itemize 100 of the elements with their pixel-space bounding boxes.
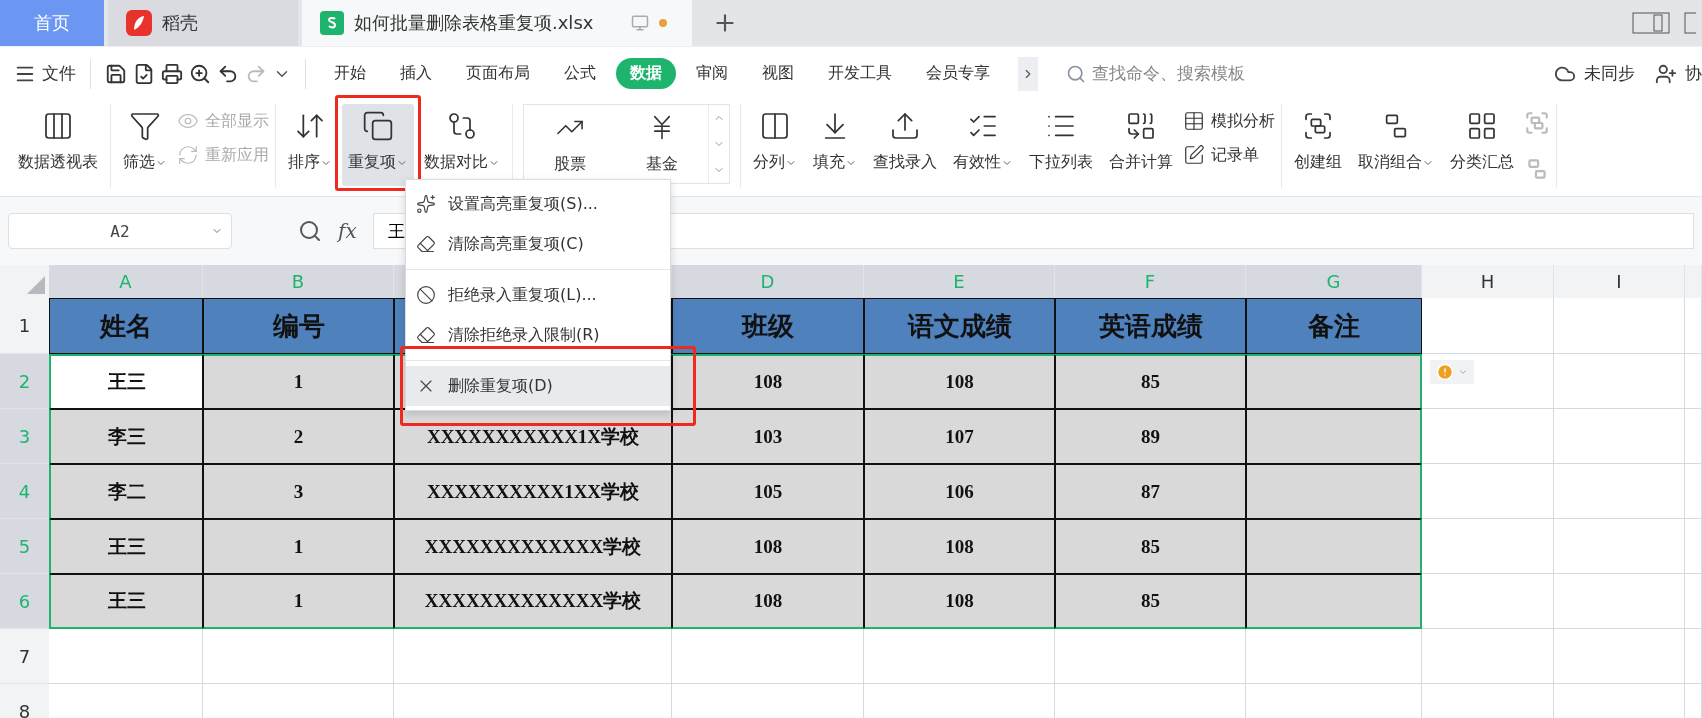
table-cell: 备注 <box>1246 298 1422 354</box>
ribbon-tab[interactable]: 公式 <box>550 58 610 89</box>
collaborate-label[interactable]: 协 <box>1685 62 1702 85</box>
ribbon-small-button[interactable]: 模拟分析 <box>1183 110 1275 132</box>
smart-tag[interactable] <box>1430 360 1474 384</box>
table-cell: 英语成绩 <box>1055 298 1246 354</box>
document-tab[interactable]: 如何批量删除表格重复项.xlsx <box>302 0 692 46</box>
row-header[interactable]: 8 <box>0 684 49 718</box>
table-cell: 85 <box>1055 574 1246 629</box>
table-cell: 108 <box>864 354 1055 409</box>
empty-cell <box>1685 464 1702 519</box>
sparkle-icon <box>416 194 436 214</box>
empty-cell <box>1685 574 1702 629</box>
file-menu[interactable]: 文件 <box>42 62 76 85</box>
menu-item[interactable]: 删除重复项(D) <box>406 366 670 406</box>
table-icon <box>1183 110 1205 132</box>
menu-item[interactable]: 设置高亮重复项(S)... <box>406 184 670 224</box>
function-label[interactable]: fx <box>338 219 357 243</box>
ribbon-tab[interactable]: 开发工具 <box>814 58 906 89</box>
window-icon[interactable] <box>1684 12 1696 34</box>
caret-icon <box>1458 367 1468 377</box>
ribbon-button[interactable]: 有效性 <box>947 104 1019 186</box>
table-cell: 李三 <box>49 409 203 464</box>
table-cell: XXXXXXXXXX1XX学校 <box>394 464 672 519</box>
table-cell: 2 <box>203 409 394 464</box>
empty-cell <box>1685 629 1702 684</box>
ribbon-button[interactable]: 填充 <box>807 104 863 186</box>
compare-icon <box>446 110 478 142</box>
table-cell: 108 <box>864 574 1055 629</box>
ribbon-button[interactable]: 取消组合 <box>1352 104 1440 186</box>
upload-box-icon <box>889 110 921 142</box>
ribbon-tab[interactable]: 视图 <box>748 58 808 89</box>
select-all-icon[interactable] <box>27 276 45 294</box>
grid-icon <box>1466 110 1498 142</box>
funnel-icon <box>129 110 161 142</box>
menu-item[interactable]: 清除拒绝录入限制(R) <box>406 315 670 355</box>
group-icon[interactable] <box>1524 110 1550 136</box>
sync-status[interactable]: 未同步 <box>1584 62 1635 85</box>
table-cell: 王三 <box>49 354 203 409</box>
more-tabs-button[interactable] <box>1018 56 1038 91</box>
table-cell: 89 <box>1055 409 1246 464</box>
row-header[interactable]: 7 <box>0 629 49 684</box>
table-cell: 108 <box>864 519 1055 574</box>
ribbon-button[interactable]: 合并计算 <box>1103 104 1179 186</box>
table-cell: 王三 <box>49 574 203 629</box>
ribbon-button[interactable]: 数据对比 <box>418 104 506 186</box>
ribbon-tab[interactable]: 插入 <box>386 58 446 89</box>
ribbon-tab[interactable]: 会员专享 <box>912 58 1004 89</box>
merge-icon <box>1125 110 1157 142</box>
column-header[interactable]: I <box>1554 265 1685 298</box>
ribbon-button[interactable]: 下拉列表 <box>1023 104 1099 186</box>
menu-item[interactable]: 清除高亮重复项(C) <box>406 224 670 264</box>
table-cell: 王三 <box>49 519 203 574</box>
user-add-icon[interactable] <box>1655 62 1677 85</box>
ribbon-button[interactable]: 分列 <box>747 104 803 186</box>
empty-cell <box>1685 354 1702 409</box>
table-cell: 李二 <box>49 464 203 519</box>
table-cell: 编号 <box>203 298 394 354</box>
table-cell: 108 <box>672 519 864 574</box>
column-header[interactable] <box>1685 265 1702 298</box>
gallery-item[interactable]: 股票 <box>524 105 616 183</box>
command-search-field[interactable]: 查找命令、搜索模板 <box>1066 62 1245 85</box>
ribbon-tab[interactable]: 开始 <box>320 58 380 89</box>
pivot-table-icon <box>42 110 74 142</box>
ribbon-button[interactable]: 排序 <box>282 104 338 186</box>
ribbon-small-button[interactable]: 记录单 <box>1183 144 1275 166</box>
table-cell: 1 <box>203 519 394 574</box>
ribbon-button[interactable]: 重复项 <box>342 104 414 186</box>
ribbon-tab[interactable]: 页面布局 <box>452 58 544 89</box>
ribbon-button[interactable]: 数据透视表 <box>12 104 104 186</box>
gallery-item[interactable]: 基金 <box>616 105 708 183</box>
print-icon[interactable] <box>161 62 183 85</box>
monitor-icon[interactable] <box>631 14 650 32</box>
eraser-icon <box>416 234 436 254</box>
ban-icon <box>416 285 436 305</box>
warning-icon <box>1436 363 1454 381</box>
document-tab[interactable]: 稻壳 <box>108 0 298 46</box>
ribbon-tab[interactable]: 审阅 <box>682 58 742 89</box>
page-layout-icon[interactable] <box>1632 12 1670 34</box>
ribbon-button[interactable]: 查找录入 <box>867 104 943 186</box>
spreadsheet-logo-icon <box>320 11 344 35</box>
ribbon-button[interactable]: 创建组 <box>1288 104 1348 186</box>
table-cell: XXXXXXXXXXXXX学校 <box>394 574 672 629</box>
preview-icon[interactable] <box>189 62 211 85</box>
table-cell: 105 <box>672 464 864 519</box>
table-cell: 85 <box>1055 519 1246 574</box>
table-cell: 85 <box>1055 354 1246 409</box>
refresh-icon <box>177 144 199 166</box>
leaf-logo-icon <box>126 10 152 36</box>
column-header[interactable]: H <box>1422 265 1554 298</box>
ribbon-button[interactable]: 分类汇总 <box>1444 104 1520 186</box>
menu-item[interactable]: 拒绝录入重复项(L)... <box>406 275 670 315</box>
save-icon[interactable] <box>105 62 127 85</box>
row-header[interactable]: 1 <box>0 298 49 354</box>
edit-icon <box>1183 144 1205 166</box>
table-cell: 1 <box>203 574 394 629</box>
zoom-icon[interactable] <box>298 219 322 243</box>
name-box[interactable]: A2 <box>8 213 232 249</box>
export-icon[interactable] <box>133 62 155 85</box>
ribbon-button[interactable]: 筛选 <box>117 104 173 186</box>
